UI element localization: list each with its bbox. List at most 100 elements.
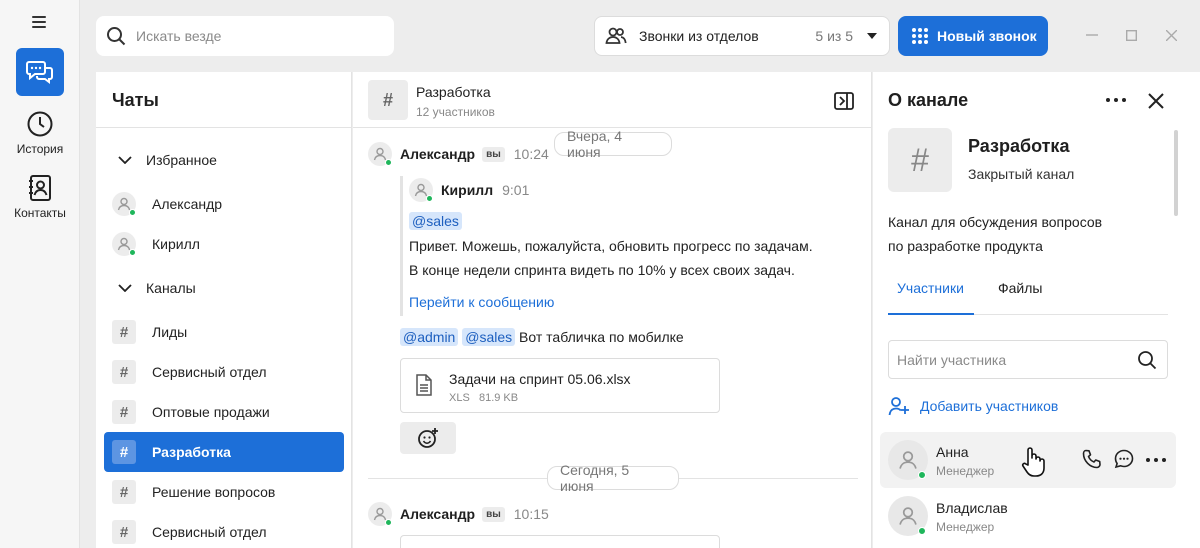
- file-meta: XLS 81.9 KB: [449, 392, 518, 404]
- add-user-icon: [888, 397, 909, 416]
- message-author: Александр вы 10:15: [400, 506, 549, 522]
- channels-section-header[interactable]: Каналы: [104, 268, 344, 308]
- phone-icon[interactable]: [1082, 449, 1102, 469]
- chat-item-alexander[interactable]: Александр: [104, 184, 344, 224]
- close-icon[interactable]: [1148, 93, 1164, 109]
- hash-icon: #: [112, 440, 136, 464]
- user-avatar-icon: [112, 232, 136, 256]
- channel-item-label: Сервисный отдел: [152, 524, 267, 540]
- favorites-header-label: Избранное: [146, 152, 217, 168]
- channel-item-development[interactable]: # Разработка: [104, 432, 344, 472]
- hash-icon: #: [888, 128, 952, 192]
- chevron-down-icon: [118, 284, 132, 292]
- channel-item-service[interactable]: # Сервисный отдел: [104, 352, 344, 392]
- quote-text-line: В конце недели спринта видеть по 10% у в…: [409, 262, 795, 278]
- history-nav-item[interactable]: История: [0, 110, 80, 156]
- member-row-anna[interactable]: Анна Менеджер: [880, 432, 1176, 488]
- contacts-label: Контакты: [14, 206, 66, 220]
- file-attachment[interactable]: Задачи на спринт 05.06.xlsx XLS 81.9 KB: [400, 358, 720, 413]
- author-name: Александр: [400, 146, 476, 162]
- chats-panel: Чаты Избранное Александр Кирилл Каналы #…: [96, 72, 352, 548]
- left-rail: История Контакты: [0, 0, 80, 548]
- contacts-book-icon: [29, 175, 51, 201]
- hash-icon: #: [112, 320, 136, 344]
- channel-item-label: Оптовые продажи: [152, 404, 270, 420]
- add-members-button[interactable]: Добавить участников: [888, 396, 1058, 416]
- goto-message-link[interactable]: Перейти к сообщению: [409, 294, 554, 310]
- channel-item-wholesale[interactable]: # Оптовые продажи: [104, 392, 344, 432]
- active-tab-indicator: [888, 313, 974, 315]
- member-name: Владислав: [936, 500, 1008, 516]
- conversation-panel: # Разработка 12 участников Вчера, 4 июня…: [353, 72, 872, 548]
- message-time: 10:24: [513, 146, 549, 162]
- clock-icon: [27, 111, 53, 137]
- quote-author-name: Кирилл: [441, 182, 494, 198]
- chat-item-label: Кирилл: [152, 236, 200, 252]
- description-line: по разработке продукта: [888, 238, 1043, 254]
- tab-members[interactable]: Участники: [897, 280, 964, 296]
- more-options-icon[interactable]: [1106, 98, 1126, 102]
- add-members-label: Добавить участников: [920, 398, 1059, 414]
- message-body: Вот табличка по мобилке: [519, 329, 684, 345]
- more-options-icon[interactable]: [1146, 458, 1166, 462]
- member-search-placeholder: Найти участника: [897, 351, 1007, 368]
- history-label: История: [16, 142, 64, 156]
- search-placeholder: Искать везде: [136, 28, 222, 44]
- channel-item-leads[interactable]: # Лиды: [104, 312, 344, 352]
- mention-tag[interactable]: @sales: [462, 328, 516, 346]
- member-search-input[interactable]: Найти участника: [888, 340, 1168, 379]
- channel-item-label: Решение вопросов: [152, 484, 276, 500]
- document-icon: [416, 374, 432, 396]
- smiley-plus-icon: [418, 428, 438, 448]
- calls-filter-select[interactable]: Звонки из отделов 5 из 5: [594, 16, 890, 56]
- toggle-sidebar-icon[interactable]: [834, 92, 854, 110]
- mention-tag[interactable]: @admin: [400, 328, 459, 346]
- channels-header-label: Каналы: [146, 280, 196, 296]
- file-size: 81.9 KB: [478, 392, 519, 404]
- hash-icon: #: [112, 520, 136, 544]
- conversation-header: # Разработка 12 участников: [353, 72, 871, 128]
- mention-tag[interactable]: @sales: [409, 212, 462, 230]
- participants-count: 12 участников: [416, 105, 495, 119]
- channel-item-label: Сервисный отдел: [152, 364, 267, 380]
- user-avatar-icon: [409, 178, 433, 202]
- member-row-vladislav[interactable]: Владислав Менеджер: [880, 488, 1176, 544]
- window-close-icon[interactable]: [1166, 30, 1177, 41]
- info-title: О канале: [888, 90, 969, 110]
- you-badge: вы: [482, 146, 505, 162]
- message-icon[interactable]: [1114, 449, 1134, 469]
- add-reaction-button[interactable]: [400, 422, 456, 454]
- date-separator: Вчера, 4 июня: [554, 128, 672, 160]
- global-search[interactable]: Искать везде: [96, 16, 394, 56]
- new-call-label: Новый звонок: [937, 28, 1037, 44]
- member-name: Анна: [936, 444, 969, 460]
- chat-bubbles-icon: [26, 61, 53, 84]
- dialpad-icon: [912, 28, 928, 44]
- chats-title: Чаты: [112, 90, 159, 110]
- info-channel-name: Разработка: [968, 136, 1070, 156]
- contacts-nav-item[interactable]: Контакты: [0, 174, 80, 220]
- scrollbar[interactable]: [1174, 130, 1178, 216]
- channel-info-panel: О канале # Разработка Закрытый канал Кан…: [873, 72, 1200, 548]
- chevron-down-icon: [118, 156, 132, 164]
- member-role: Менеджер: [936, 520, 995, 534]
- quote-bar: [400, 176, 403, 316]
- quote-time: 9:01: [502, 182, 530, 198]
- you-badge: вы: [482, 506, 505, 522]
- file-attachment[interactable]: [400, 535, 720, 548]
- message-author: Александр вы 10:24: [400, 146, 549, 162]
- menu-icon[interactable]: [32, 16, 46, 28]
- chats-nav-button[interactable]: [16, 48, 64, 96]
- file-type: XLS: [449, 392, 470, 404]
- channel-item-issues[interactable]: # Решение вопросов: [104, 472, 344, 512]
- info-channel-type: Закрытый канал: [968, 166, 1075, 182]
- minimize-icon[interactable]: [1086, 28, 1098, 40]
- member-role: Менеджер: [936, 464, 995, 478]
- chat-item-kirill[interactable]: Кирилл: [104, 224, 344, 264]
- new-call-button[interactable]: Новый звонок: [898, 16, 1048, 56]
- tab-files[interactable]: Файлы: [998, 280, 1042, 296]
- users-icon: [605, 27, 627, 44]
- favorites-section-header[interactable]: Избранное: [104, 140, 344, 180]
- maximize-icon[interactable]: [1126, 30, 1137, 41]
- channel-item-service-2[interactable]: # Сервисный отдел: [104, 512, 344, 548]
